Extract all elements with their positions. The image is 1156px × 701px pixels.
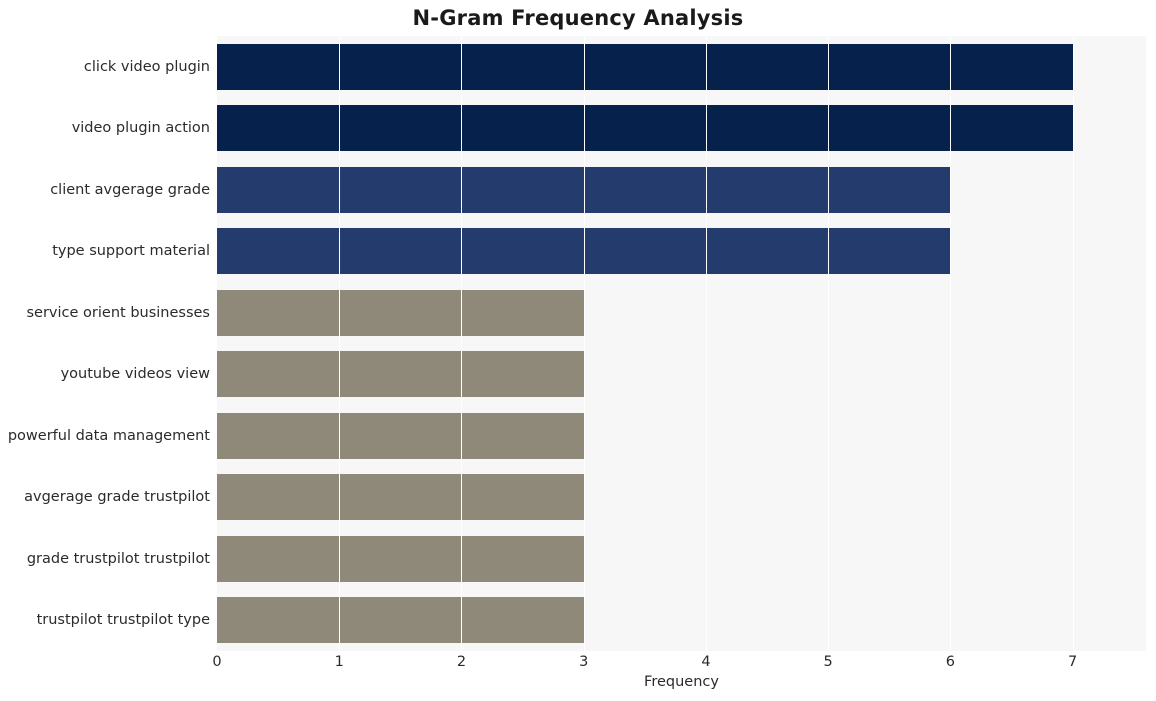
x-tick-label: 2 (456, 654, 467, 670)
chart-figure: N-Gram Frequency Analysis click video pl… (0, 0, 1156, 701)
y-axis-tick-labels: click video plugin video plugin action cli… (0, 36, 210, 651)
gridline-vertical (705, 36, 707, 651)
x-tick-label: 6 (945, 654, 956, 670)
gridline-vertical (828, 36, 830, 651)
bar (217, 412, 584, 459)
x-tick-label: 0 (212, 654, 222, 670)
bar (217, 474, 584, 521)
gridline-vertical (583, 36, 585, 651)
gridline-vertical (461, 36, 463, 651)
gridline-vertical (339, 36, 341, 651)
x-tick-label: 5 (823, 654, 833, 670)
y-tick-label: click video plugin (83, 58, 210, 75)
y-tick-label: trustpilot trustpilot type (36, 612, 210, 629)
gridline-vertical (1072, 36, 1074, 651)
y-tick-label: client avgerage grade (50, 181, 210, 198)
gridline-vertical (950, 36, 952, 651)
x-tick-label: 3 (579, 654, 589, 670)
y-tick-label: grade trustpilot trustpilot (26, 550, 210, 567)
y-tick-label: avgerage grade trustpilot (24, 489, 210, 506)
bar (217, 351, 584, 398)
chart-title: N-Gram Frequency Analysis (412, 6, 744, 30)
bars-layer (217, 36, 1146, 651)
x-axis-tick-labels: 0 1 2 3 4 5 6 7 (0, 651, 1156, 675)
bar (217, 597, 584, 644)
bar (217, 105, 1073, 152)
bar (217, 289, 584, 336)
y-tick-label: service orient businesses (26, 304, 211, 321)
y-tick-label: video plugin action (71, 120, 210, 137)
bar (217, 43, 1073, 90)
x-tick-label: 4 (701, 654, 711, 670)
x-tick-label: 7 (1068, 654, 1078, 670)
y-tick-label: youtube videos view (60, 366, 210, 383)
y-tick-label: type support material (52, 243, 210, 260)
x-tick-label: 1 (334, 654, 344, 670)
bar (217, 535, 584, 582)
x-axis-label: Frequency (644, 674, 719, 690)
plot-area (217, 36, 1146, 651)
y-tick-label: powerful data management (7, 427, 210, 444)
